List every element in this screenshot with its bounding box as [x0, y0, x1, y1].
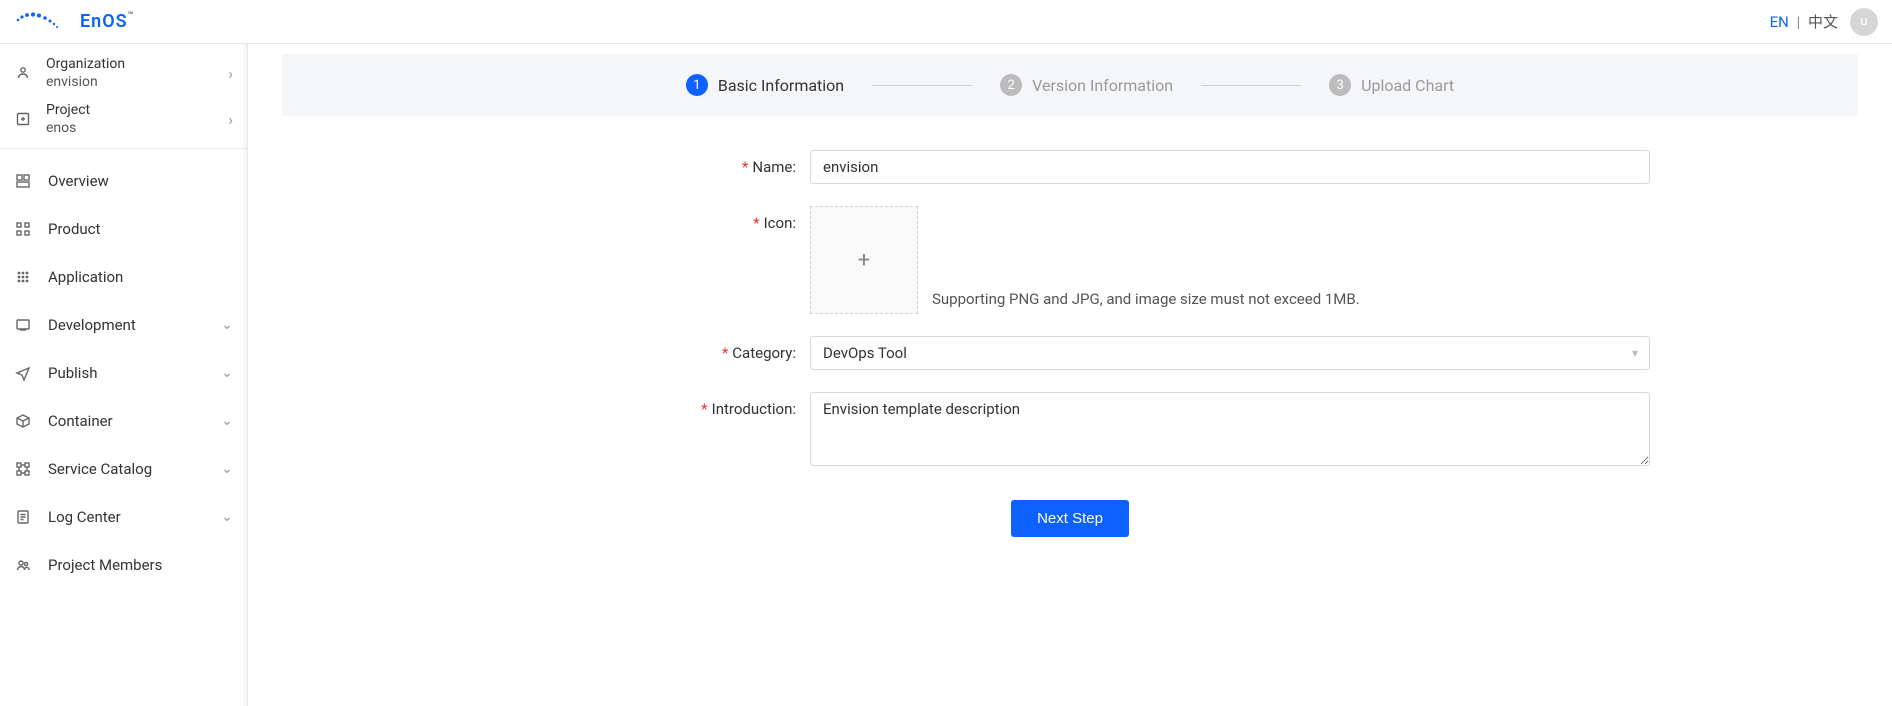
introduction-textarea[interactable]	[810, 392, 1650, 466]
step-1[interactable]: 1 Basic Information	[686, 74, 844, 96]
nav-label: Project Members	[48, 556, 233, 574]
next-step-button[interactable]: Next Step	[1011, 500, 1129, 537]
nav-item-development[interactable]: Development⌄	[0, 301, 247, 349]
logo-swoosh-icon	[14, 10, 74, 34]
nav-label: Overview	[48, 172, 233, 190]
step-3[interactable]: 3 Upload Chart	[1329, 74, 1454, 96]
icon-label: *Icon:	[490, 206, 810, 232]
project-value: enos	[46, 119, 228, 137]
members-icon	[14, 557, 32, 573]
main-content: 1 Basic Information 2 Version Information 3U…	[248, 44, 1892, 706]
nav-label: Container	[48, 412, 221, 430]
nav-item-container[interactable]: Container⌄	[0, 397, 247, 445]
organization-icon	[14, 65, 32, 81]
log-icon	[14, 509, 32, 525]
nav-item-overview[interactable]: Overview	[0, 157, 247, 205]
lang-cn[interactable]: 中文	[1808, 13, 1838, 31]
nav-label: Log Center	[48, 508, 221, 526]
project-icon	[14, 111, 32, 127]
nav-label: Publish	[48, 364, 221, 382]
name-input[interactable]	[810, 150, 1650, 184]
introduction-label: *Introduction:	[490, 392, 810, 418]
step-label: Basic Information	[718, 76, 844, 95]
nav-item-application[interactable]: Application	[0, 253, 247, 301]
nav-label: Service Catalog	[48, 460, 221, 478]
step-label: Upload Chart	[1361, 76, 1454, 95]
step-number: 3	[1329, 74, 1351, 96]
sidebar: Organization envision › Project enos › O…	[0, 44, 248, 706]
lang-en[interactable]: EN	[1770, 13, 1789, 31]
chevron-right-icon: ›	[228, 110, 233, 129]
dev-icon	[14, 317, 32, 333]
icon-hint: Supporting PNG and JPG, and image size m…	[932, 290, 1360, 314]
chevron-down-icon: ⌄	[221, 461, 233, 477]
nav-item-product[interactable]: Product	[0, 205, 247, 253]
nav-item-publish[interactable]: Publish⌄	[0, 349, 247, 397]
nav-item-project-members[interactable]: Project Members	[0, 541, 247, 589]
chevron-down-icon: ⌄	[221, 413, 233, 429]
chevron-down-icon: ⌄	[221, 509, 233, 525]
sidebar-project[interactable]: Project enos ›	[0, 96, 247, 142]
sidebar-organization[interactable]: Organization envision ›	[0, 50, 247, 96]
send-icon	[14, 365, 32, 381]
app-header: EnOS™ EN | 中文 u	[0, 0, 1892, 44]
organization-label: Organization	[46, 55, 228, 73]
basic-info-form: *Name: *Icon: + Supporting PNG and JPG, …	[490, 150, 1650, 537]
step-label: Version Information	[1032, 76, 1173, 95]
catalog-icon	[14, 461, 32, 477]
chevron-down-icon: ⌄	[221, 317, 233, 333]
lang-separator: |	[1797, 13, 1801, 31]
step-number: 1	[686, 74, 708, 96]
grid-icon	[14, 221, 32, 237]
dashboard-icon	[14, 173, 32, 189]
step-connector	[872, 85, 972, 86]
avatar[interactable]: u	[1850, 8, 1878, 36]
organization-value: envision	[46, 73, 228, 91]
nav-label: Development	[48, 316, 221, 334]
container-icon	[14, 413, 32, 429]
header-right: EN | 中文 u	[1770, 8, 1878, 36]
chevron-right-icon: ›	[228, 64, 233, 83]
category-select[interactable]: DevOps Tool	[810, 336, 1650, 370]
nav-item-log-center[interactable]: Log Center⌄	[0, 493, 247, 541]
stepper: 1 Basic Information 2 Version Information 3U…	[282, 54, 1858, 116]
category-label: *Category:	[490, 336, 810, 362]
step-connector	[1201, 85, 1301, 86]
apps-icon	[14, 269, 32, 285]
nav-item-service-catalog[interactable]: Service Catalog⌄	[0, 445, 247, 493]
step-number: 2	[1000, 74, 1022, 96]
nav-label: Application	[48, 268, 233, 286]
language-switch: EN | 中文	[1770, 11, 1838, 32]
icon-uploader[interactable]: +	[810, 206, 918, 314]
chevron-down-icon: ⌄	[221, 365, 233, 381]
plus-icon: +	[858, 248, 870, 273]
name-label: *Name:	[490, 150, 810, 176]
step-2[interactable]: 2 Version Information	[1000, 74, 1173, 96]
logo-text: EnOS™	[80, 11, 134, 32]
logo[interactable]: EnOS™	[14, 10, 134, 34]
nav-label: Product	[48, 220, 233, 238]
project-label: Project	[46, 101, 228, 119]
